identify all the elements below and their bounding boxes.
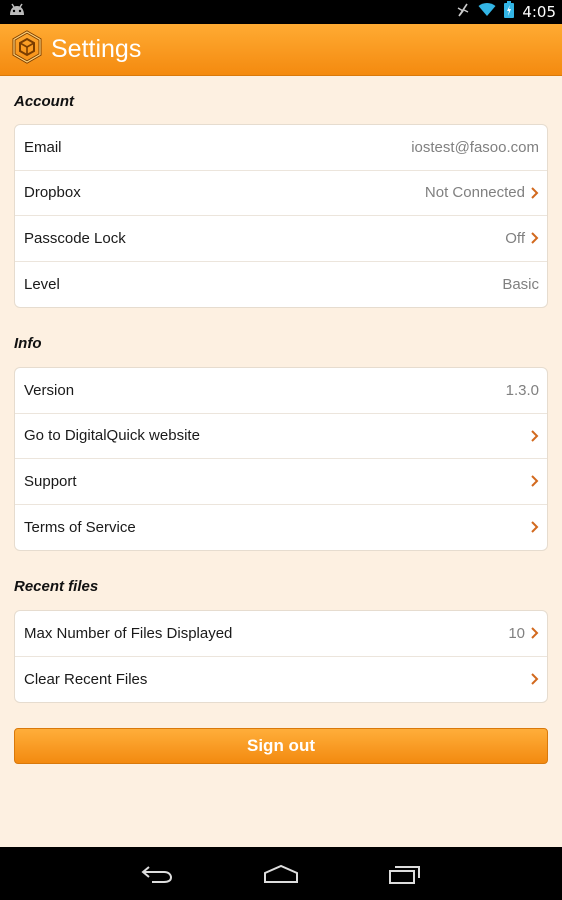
- level-value: Basic: [502, 275, 539, 293]
- chevron-right-icon: [531, 627, 539, 639]
- chevron-right-icon: [531, 521, 539, 533]
- clear-recent-label: Clear Recent Files: [24, 670, 148, 688]
- android-debug-icon: [8, 3, 26, 22]
- signal-muted-icon: [456, 2, 470, 23]
- email-label: Email: [24, 138, 62, 156]
- app-bar: Settings: [0, 24, 562, 76]
- email-value: iostest@fasoo.com: [411, 138, 539, 156]
- max-files-row[interactable]: Max Number of Files Displayed 10: [15, 611, 547, 657]
- passcode-lock-value: Off: [505, 229, 525, 247]
- wifi-icon: [478, 2, 496, 22]
- recent-apps-icon[interactable]: [385, 859, 425, 889]
- dropbox-value: Not Connected: [424, 184, 525, 202]
- chevron-right-icon: [531, 673, 539, 685]
- website-row[interactable]: Go to DigitalQuick website: [15, 414, 547, 459]
- page-title: Settings: [51, 35, 142, 63]
- battery-charging-icon: [504, 1, 515, 23]
- email-row: Email iostest@fasoo.com: [15, 125, 547, 171]
- max-files-label: Max Number of Files Displayed: [24, 624, 233, 642]
- recent-files-card: Max Number of Files Displayed 10 Clear R…: [14, 610, 548, 703]
- terms-label: Terms of Service: [24, 518, 136, 536]
- settings-content: Account Email iostest@fasoo.com Dropbox …: [0, 76, 562, 847]
- home-icon[interactable]: [261, 859, 301, 889]
- version-value: 1.3.0: [505, 381, 539, 399]
- support-label: Support: [24, 472, 77, 490]
- status-bar: 4:05: [0, 0, 562, 24]
- info-card: Version 1.3.0 Go to DigitalQuick website…: [14, 367, 548, 551]
- support-row[interactable]: Support: [15, 459, 547, 505]
- passcode-lock-label: Passcode Lock: [24, 229, 126, 247]
- status-time: 4:05: [522, 3, 556, 21]
- chevron-right-icon: [531, 475, 539, 487]
- clear-recent-row[interactable]: Clear Recent Files: [15, 657, 547, 703]
- level-row: Level Basic: [15, 262, 547, 308]
- chevron-right-icon: [531, 187, 539, 199]
- max-files-value: 10: [508, 624, 525, 642]
- section-header-info: Info: [14, 335, 42, 352]
- sign-out-button[interactable]: Sign out: [14, 728, 548, 764]
- dropbox-row[interactable]: Dropbox Not Connected: [15, 171, 547, 216]
- back-icon[interactable]: [137, 859, 177, 889]
- chevron-right-icon: [531, 232, 539, 244]
- account-card: Email iostest@fasoo.com Dropbox Not Conn…: [14, 124, 548, 308]
- version-label: Version: [24, 381, 75, 399]
- chevron-right-icon: [531, 430, 539, 442]
- section-header-account: Account: [14, 93, 74, 110]
- level-label: Level: [24, 275, 60, 293]
- dropbox-label: Dropbox: [24, 184, 81, 202]
- website-label: Go to DigitalQuick website: [24, 427, 200, 445]
- hexagon-cube-logo-icon[interactable]: [11, 30, 43, 69]
- version-row: Version 1.3.0: [15, 368, 547, 414]
- section-header-recent-files: Recent files: [14, 578, 99, 595]
- terms-row[interactable]: Terms of Service: [15, 505, 547, 551]
- nav-bar: [0, 847, 562, 900]
- passcode-lock-row[interactable]: Passcode Lock Off: [15, 216, 547, 262]
